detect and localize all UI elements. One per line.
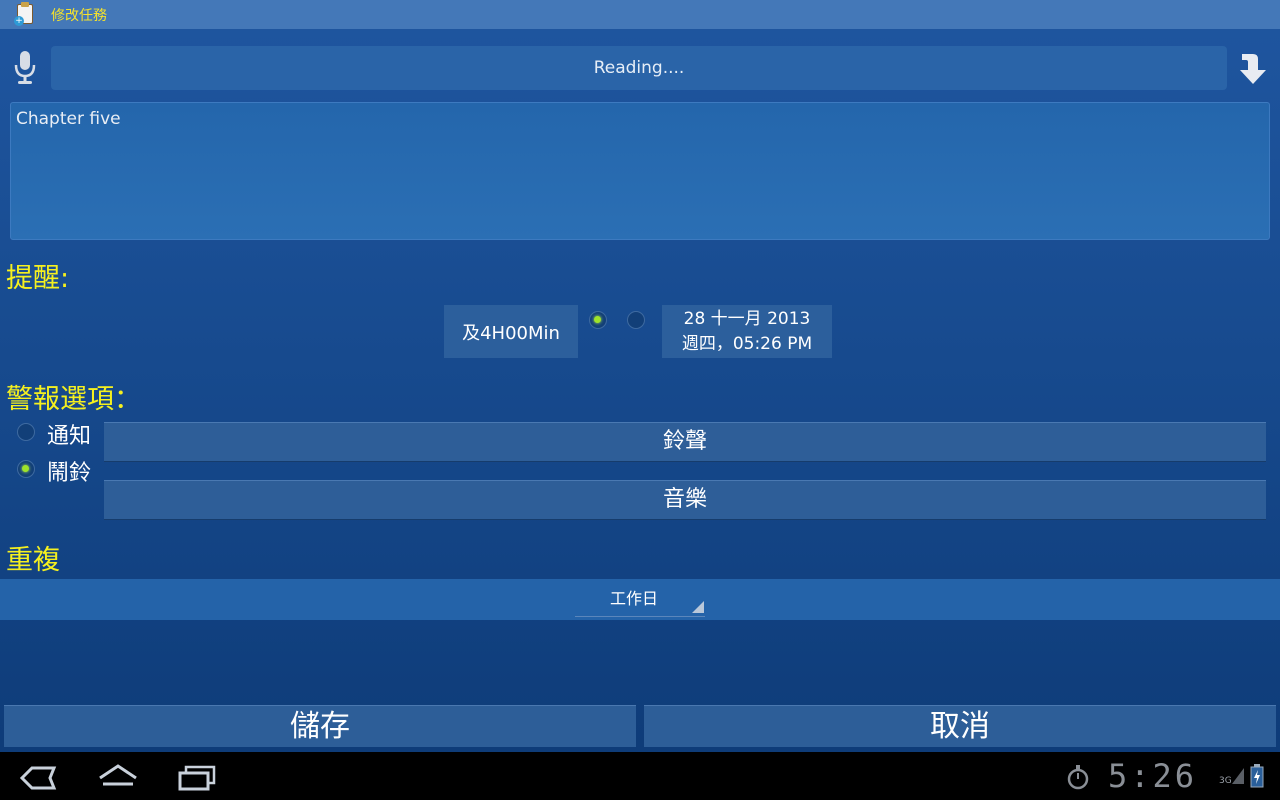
battery-icon [1250, 764, 1264, 792]
microphone-icon[interactable] [12, 50, 38, 86]
interval-radio[interactable] [589, 311, 607, 329]
signal-icon [1230, 766, 1246, 790]
alarm-radio[interactable] [17, 460, 35, 478]
ringtone-button[interactable]: 鈴聲 [104, 422, 1266, 462]
save-button[interactable]: 儲存 [4, 705, 636, 747]
reminder-date-button[interactable]: 28 十一月 2013 週四，05:26 PM [662, 305, 832, 358]
back-icon[interactable] [18, 764, 58, 796]
task-edit-icon: + [14, 1, 36, 27]
alert-options-heading: 警報選項： [6, 384, 141, 415]
notify-radio[interactable] [17, 423, 35, 441]
notify-label: 通知 [47, 424, 92, 449]
dropdown-arrow-icon [692, 601, 704, 613]
title-bar: + 修改任務 [0, 0, 1280, 29]
repeat-spinner[interactable]: 工作日 [575, 584, 705, 617]
alarm-label: 鬧鈴 [47, 461, 92, 486]
reminder-interval-button[interactable]: 及4H00Min [444, 305, 578, 358]
task-content-field[interactable]: Chapter five [10, 102, 1270, 240]
reminder-date: 28 十一月 2013 [683, 308, 811, 329]
reminder-time: 週四，05:26 PM [681, 333, 813, 354]
music-button[interactable]: 音樂 [104, 480, 1266, 520]
date-radio[interactable] [627, 311, 645, 329]
voice-input-bar[interactable]: Reading.... [51, 46, 1227, 90]
status-clock: 5:26 [1108, 757, 1198, 795]
home-icon[interactable] [97, 762, 139, 796]
down-arrow-icon[interactable] [1236, 50, 1270, 86]
repeat-heading: 重複 [6, 545, 60, 576]
reminder-heading: 提醒: [6, 263, 70, 294]
recent-apps-icon[interactable] [177, 764, 219, 796]
page-title: 修改任務 [51, 7, 107, 24]
repeat-value: 工作日 [609, 589, 658, 608]
cancel-button[interactable]: 取消 [644, 705, 1276, 747]
stopwatch-icon [1066, 764, 1090, 794]
